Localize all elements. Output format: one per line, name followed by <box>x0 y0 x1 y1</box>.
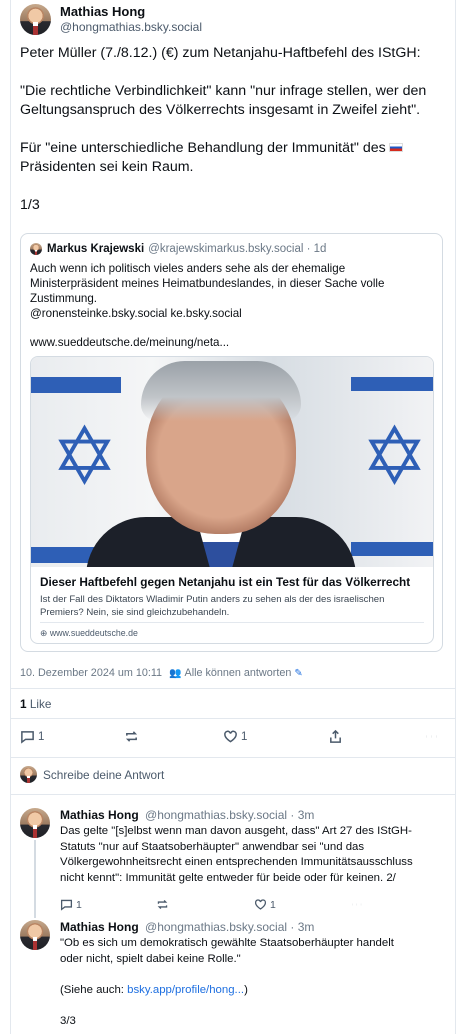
more-button[interactable] <box>424 729 439 744</box>
divider <box>11 688 455 689</box>
post-paragraph: Für "eine unterschiedliche Behandlung de… <box>20 139 440 177</box>
link-card-title: Dieser Haftbefehl gegen Netanjahu ist ei… <box>40 575 411 589</box>
post-action-bar: 1 1 <box>20 728 440 746</box>
likes-summary[interactable]: 1 Like <box>20 697 52 711</box>
divider <box>11 757 455 758</box>
quote-header: Markus Krajewski @krajewskimarkus.bsky.s… <box>30 243 326 255</box>
reply-button[interactable]: 1 <box>20 729 44 744</box>
author-avatar[interactable] <box>20 4 51 35</box>
repost-button[interactable] <box>156 898 169 911</box>
edit-pencil-icon[interactable]: ✎ <box>294 668 302 679</box>
repost-button[interactable] <box>124 729 139 744</box>
quote-author-handle[interactable]: @krajewskimarkus.bsky.social · 1d <box>148 243 326 255</box>
reply-bubble-icon <box>60 899 73 911</box>
reply-author-name[interactable]: Mathias Hong <box>60 808 139 822</box>
quote-author-avatar[interactable] <box>30 243 42 255</box>
reply-bubble-icon <box>21 731 34 744</box>
post-body: Peter Müller (7./8.12.) (€) zum Netanjah… <box>20 44 440 234</box>
reply-author-handle[interactable]: @hongmathias.bsky.social · 3m <box>145 808 314 822</box>
people-icon: 👥 <box>169 667 182 679</box>
post-meta: 10. Dezember 2024 um 10:11 👥 Alle können… <box>20 667 303 679</box>
reply-action-bar: 1 1 <box>60 898 380 914</box>
divider <box>11 718 455 719</box>
more-dots-icon <box>426 735 437 738</box>
russian-flag-icon <box>388 143 403 152</box>
compose-placeholder[interactable]: Schreibe deine Antwort <box>43 768 164 782</box>
more-button[interactable] <box>350 898 363 911</box>
reply-header: Mathias Hong @hongmathias.bsky.social · … <box>60 920 314 934</box>
link-card-divider <box>40 622 424 623</box>
reply-text: Das gelte "[s]elbst wenn man davon ausge… <box>60 825 413 884</box>
reply-header: Mathias Hong @hongmathias.bsky.social · … <box>60 808 314 822</box>
more-dots-icon <box>352 903 362 906</box>
reply-author-handle[interactable]: @hongmathias.bsky.social · 3m <box>145 920 314 934</box>
post-paragraph: 1/3 <box>20 197 40 213</box>
heart-icon <box>224 730 237 743</box>
share-icon <box>330 729 341 743</box>
reply-author-name[interactable]: Mathias Hong <box>60 920 139 934</box>
share-button[interactable] <box>328 729 343 744</box>
link-card[interactable]: ✡ ✡ Dieser Haftbefehl gegen Netanjahu is… <box>30 356 434 644</box>
heart-icon <box>254 899 267 910</box>
like-button[interactable]: 1 <box>223 729 247 744</box>
reply-author-avatar[interactable] <box>20 920 50 950</box>
link-card-image: ✡ ✡ <box>31 357 433 567</box>
quote-author-name[interactable]: Markus Krajewski <box>47 243 144 255</box>
reply-author-avatar[interactable] <box>20 808 50 838</box>
post-header: Mathias Hong @hongmathias.bsky.social <box>20 4 202 35</box>
link-card-domain: ⊕ www.sueddeutsche.de <box>40 628 138 638</box>
reply-setting[interactable]: Alle können antworten <box>185 667 292 679</box>
repost-icon <box>157 899 168 910</box>
reply-button[interactable]: 1 <box>60 898 82 911</box>
globe-icon: ⊕ <box>40 628 48 638</box>
link-card-description: Ist der Fall des Diktators Wladimir Puti… <box>40 594 385 618</box>
post-paragraph: "Die rechtliche Verbindlichkeit" kann "n… <box>20 83 427 118</box>
like-button[interactable]: 1 <box>254 898 276 911</box>
reply-post[interactable]: Mathias Hong @hongmathias.bsky.social · … <box>20 920 440 1030</box>
quote-link[interactable]: www.sueddeutsche.de/meinung/neta... <box>30 336 229 349</box>
post-timestamp[interactable]: 10. Dezember 2024 um 10:11 <box>20 667 162 679</box>
author-handle[interactable]: @hongmathias.bsky.social <box>60 20 202 35</box>
compose-reply[interactable]: Schreibe deine Antwort <box>20 766 164 783</box>
own-avatar <box>20 766 37 783</box>
post-paragraph: Peter Müller (7./8.12.) (€) zum Netanjah… <box>20 45 421 61</box>
divider <box>11 794 455 795</box>
reply-post[interactable]: Mathias Hong @hongmathias.bsky.social · … <box>20 808 440 918</box>
quote-text: Auch wenn ich politisch vieles anders se… <box>30 262 385 320</box>
profile-link[interactable]: bsky.app/profile/hong... <box>127 984 244 996</box>
quoted-post[interactable]: Markus Krajewski @krajewskimarkus.bsky.s… <box>20 233 443 652</box>
author-display-name[interactable]: Mathias Hong <box>60 4 202 20</box>
reply-text: "Ob es sich um demokratisch gewählte Sta… <box>60 937 394 1027</box>
repost-icon <box>125 731 138 742</box>
